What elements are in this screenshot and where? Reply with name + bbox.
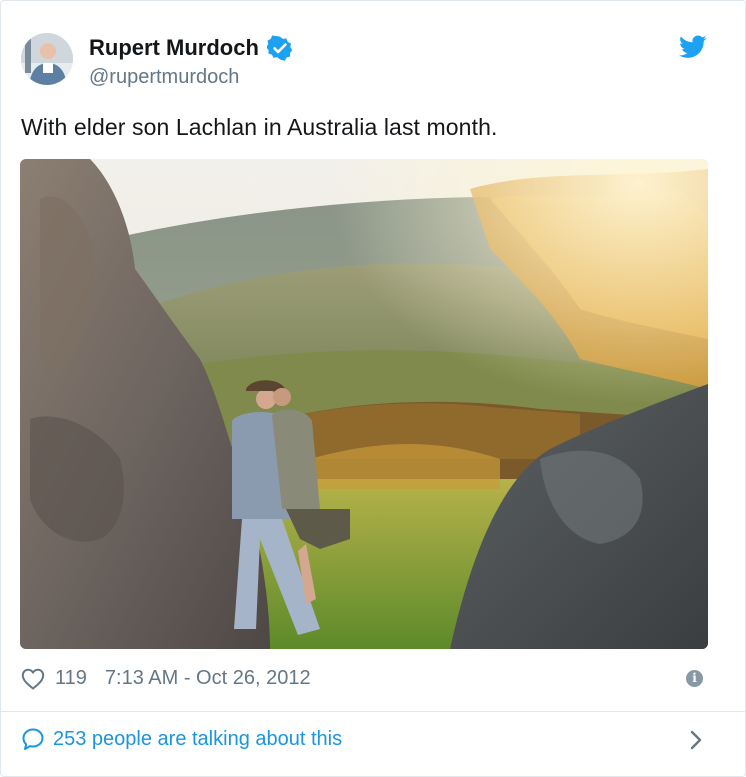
profile-photo-icon — [21, 33, 73, 85]
speech-bubble-icon — [22, 728, 44, 750]
author-display-name[interactable]: Rupert Murdoch — [89, 35, 259, 61]
conversation-link[interactable]: 253 people are talking about this — [21, 727, 342, 751]
heart-icon[interactable] — [21, 668, 45, 690]
verified-badge-icon — [266, 35, 293, 61]
info-icon[interactable]: i — [686, 670, 703, 687]
tweet-photo[interactable] — [20, 159, 708, 649]
avatar[interactable] — [21, 33, 73, 85]
tweet-card: Rupert Murdoch @rupertmurdoch With elder… — [0, 0, 746, 777]
talking-about-text[interactable]: 253 people are talking about this — [53, 728, 342, 751]
chevron-right-icon[interactable] — [685, 728, 707, 752]
tweet-timestamp[interactable]: 7:13 AM - Oct 26, 2012 — [105, 667, 311, 690]
like-count[interactable]: 119 — [55, 667, 87, 690]
landscape-photo-icon — [20, 159, 708, 649]
divider — [1, 711, 745, 712]
twitter-bird-icon[interactable] — [679, 35, 707, 59]
tweet-meta: 119 7:13 AM - Oct 26, 2012 — [21, 667, 311, 690]
tweet-text: With elder son Lachlan in Australia last… — [21, 114, 498, 140]
author-handle[interactable]: @rupertmurdoch — [89, 66, 239, 89]
author-name-row[interactable]: Rupert Murdoch — [89, 35, 293, 61]
